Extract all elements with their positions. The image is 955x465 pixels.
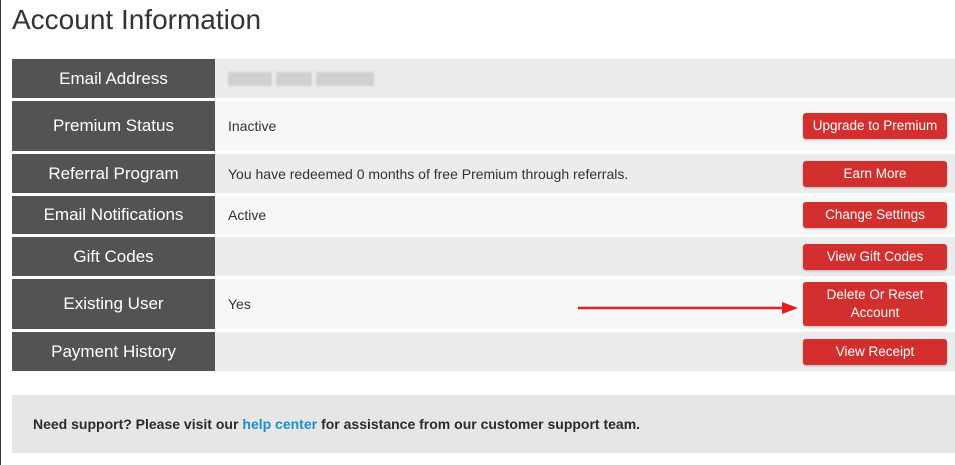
support-text-suffix: for assistance from our customer support… bbox=[321, 416, 641, 432]
premium-status-value: Inactive bbox=[228, 118, 277, 134]
row-label: Payment History bbox=[12, 332, 215, 371]
redacted-email bbox=[228, 71, 374, 86]
table-row-referral-program: Referral Program You have redeemed 0 mon… bbox=[12, 154, 955, 193]
view-gift-codes-button[interactable]: View Gift Codes bbox=[803, 243, 947, 270]
row-label: Existing User bbox=[12, 279, 215, 329]
email-notifications-value: Active bbox=[228, 207, 267, 223]
page-title: Account Information bbox=[12, 4, 262, 35]
left-border bbox=[0, 0, 1, 465]
row-label: Premium Status bbox=[12, 101, 215, 151]
support-banner: Need support? Please visit our help cent… bbox=[12, 395, 955, 453]
row-label: Email Notifications bbox=[12, 196, 215, 234]
earn-more-button[interactable]: Earn More bbox=[803, 160, 947, 187]
account-info-table: Email Address Premium Status Inactive Up… bbox=[12, 59, 955, 371]
row-value: Inactive Upgrade to Premium bbox=[215, 101, 955, 151]
red-arrow-annotation bbox=[578, 302, 798, 314]
table-row-premium-status: Premium Status Inactive Upgrade to Premi… bbox=[12, 101, 955, 151]
existing-user-value: Yes bbox=[228, 296, 251, 312]
support-text-prefix: Need support? Please visit our bbox=[33, 416, 239, 432]
table-row-payment-history: Payment History View Receipt bbox=[12, 332, 955, 371]
table-row-existing-user: Existing User Yes Delete Or Reset Accoun… bbox=[12, 279, 955, 329]
view-receipt-button[interactable]: View Receipt bbox=[803, 338, 947, 365]
referral-program-value: You have redeemed 0 months of free Premi… bbox=[228, 165, 629, 182]
delete-or-reset-account-button[interactable]: Delete Or Reset Account bbox=[803, 282, 947, 326]
change-settings-button[interactable]: Change Settings bbox=[803, 202, 947, 228]
table-row-email-address: Email Address bbox=[12, 59, 955, 98]
row-value: View Receipt bbox=[215, 332, 955, 371]
row-value bbox=[215, 59, 955, 98]
row-value: Active Change Settings bbox=[215, 196, 955, 234]
row-label: Referral Program bbox=[12, 154, 215, 193]
row-value: View Gift Codes bbox=[215, 237, 955, 276]
table-row-gift-codes: Gift Codes View Gift Codes bbox=[12, 237, 955, 276]
row-label: Email Address bbox=[12, 59, 215, 98]
upgrade-to-premium-button[interactable]: Upgrade to Premium bbox=[803, 113, 947, 139]
row-label: Gift Codes bbox=[12, 237, 215, 276]
table-row-email-notifications: Email Notifications Active Change Settin… bbox=[12, 196, 955, 234]
help-center-link[interactable]: help center bbox=[242, 416, 317, 432]
row-value: You have redeemed 0 months of free Premi… bbox=[215, 154, 955, 193]
